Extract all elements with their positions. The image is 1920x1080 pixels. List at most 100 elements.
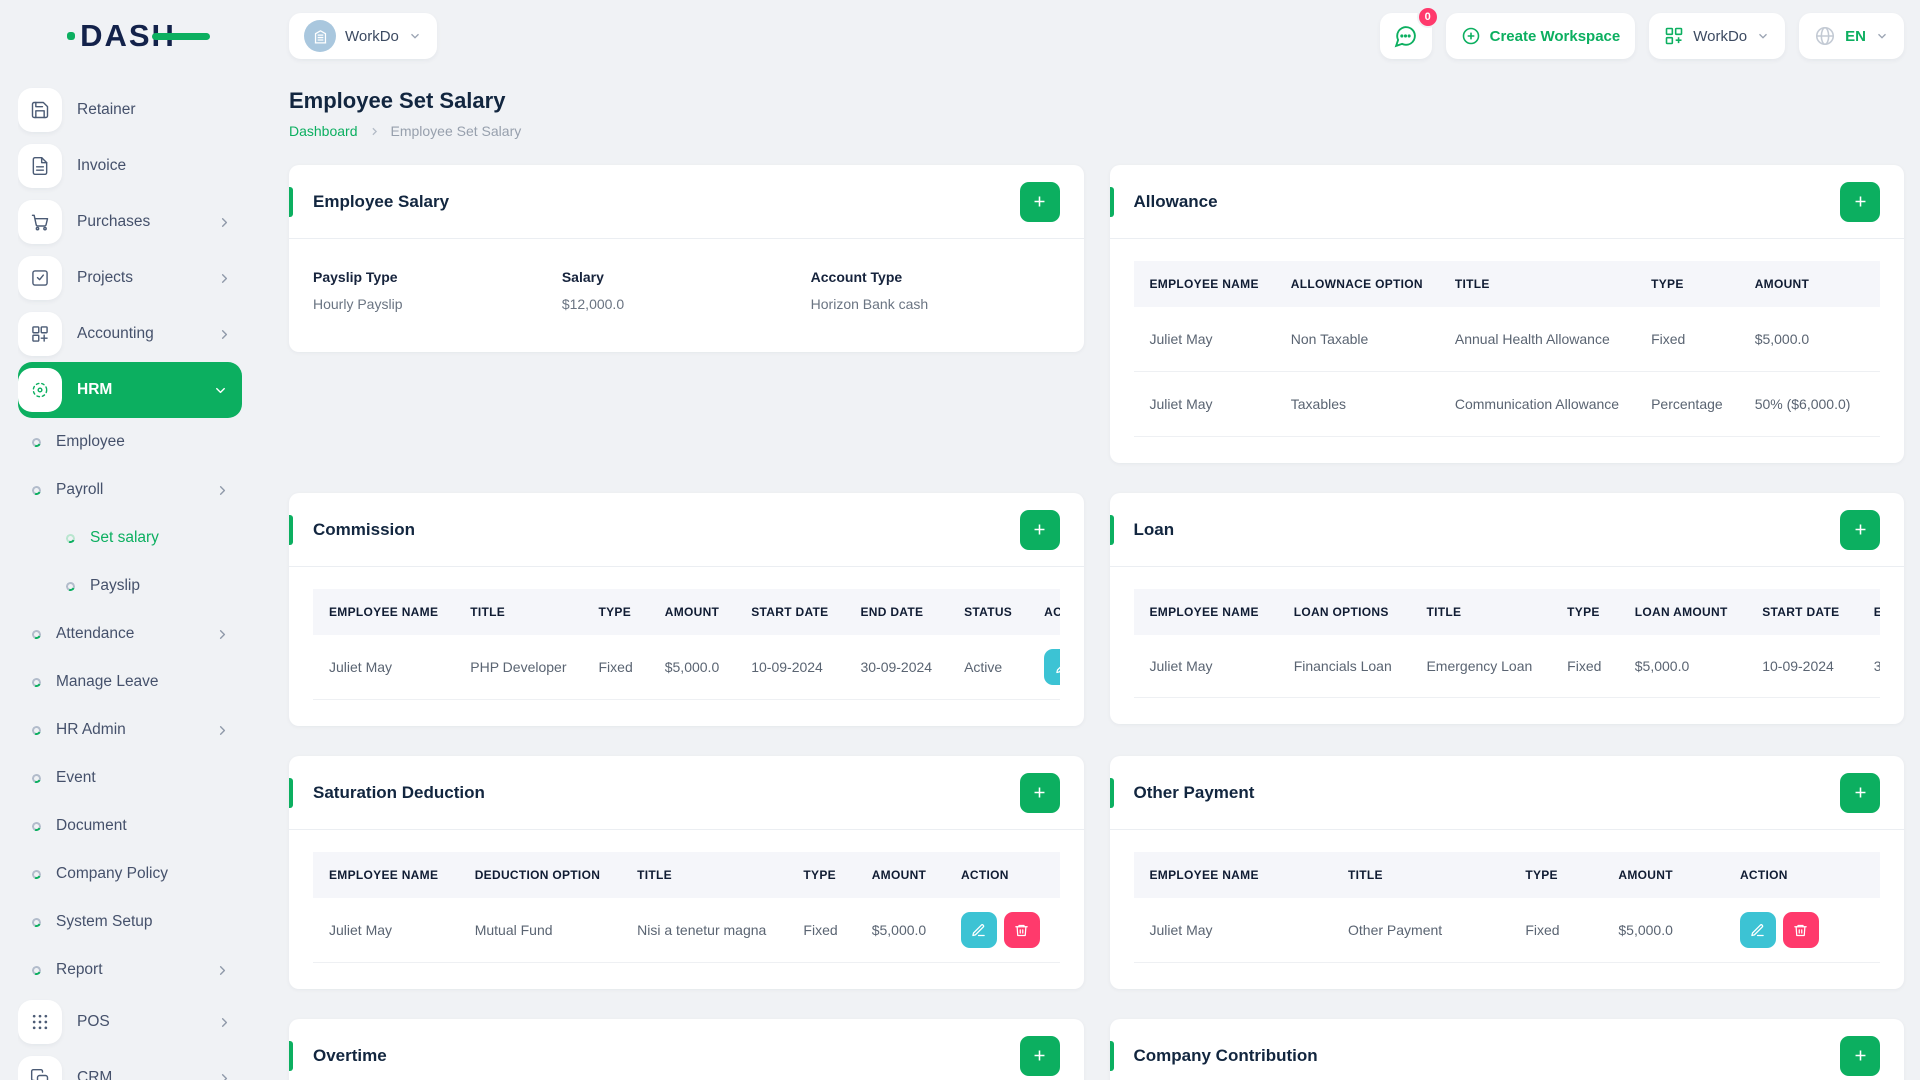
table-cell: Juliet May — [1133, 371, 1275, 437]
loan-card: Loan EMPLOYEE NAME LOAN OPTIONS TITLE TYPE L… — [1109, 493, 1904, 724]
add-loan-button[interactable] — [1840, 509, 1880, 550]
add-company-contribution-button[interactable] — [1840, 1035, 1880, 1076]
add-allowance-button[interactable] — [1840, 181, 1880, 222]
add-other-payment-button[interactable] — [1840, 772, 1880, 813]
sidebar-item-company-policy[interactable]: Company Policy — [18, 850, 242, 898]
sidebar-item-payslip[interactable]: Payslip — [18, 562, 242, 610]
trash-icon — [1015, 924, 1029, 936]
sidebar-item-label: HR Admin — [56, 721, 126, 738]
column-header: ALLOWNACE OPTION — [1274, 261, 1439, 307]
sidebar-item-label: Document — [56, 817, 127, 834]
employee-salary-body: Payslip Type Hourly Payslip Salary $12,0… — [289, 239, 1084, 352]
column-header: TITLE — [1332, 852, 1510, 898]
create-workspace-button[interactable]: Create Workspace — [1445, 13, 1636, 59]
sidebar-item-crm[interactable]: CRM — [18, 1050, 242, 1080]
sidebar-item-purchases[interactable]: Purchases — [18, 194, 242, 250]
sidebar-item-retainer[interactable]: Retainer — [18, 82, 242, 138]
create-workspace-label: Create Workspace — [1489, 27, 1621, 45]
language-selector[interactable]: EN — [1799, 13, 1904, 59]
allowance-table: EMPLOYEE NAME ALLOWNACE OPTION TITLE TYPE AM… — [1133, 261, 1880, 437]
sidebar-item-label: Payroll — [56, 481, 104, 498]
sidebar-item-attendance[interactable]: Attendance — [18, 610, 242, 658]
sidebar-item-manage-leave[interactable]: Manage Leave — [18, 658, 242, 706]
sidebar-item-hr-admin[interactable]: HR Admin — [18, 706, 242, 754]
cards-grid: Employee Salary Payslip Type Hourly Pays… — [289, 165, 1904, 1080]
sidebar-item-projects[interactable]: Projects — [18, 250, 242, 306]
sidebar-item-label: Accounting — [77, 325, 154, 342]
topbar-right: 0 Create Workspace WorkDo EN — [1379, 6, 1904, 59]
bullet-icon — [30, 436, 43, 448]
card-title: Employee Salary — [313, 191, 450, 211]
add-commission-button[interactable] — [1019, 509, 1060, 550]
sidebar-item-label: Report — [56, 961, 103, 978]
bullet-icon — [30, 628, 43, 640]
table-cell: Juliet May — [1133, 898, 1333, 963]
card-title: Overtime — [313, 1045, 387, 1065]
breadcrumb-dashboard-link[interactable]: Dashboard — [289, 123, 358, 139]
column-header: AMOUNT — [648, 589, 736, 635]
chevron-down-icon — [408, 29, 422, 43]
bullet-icon — [30, 964, 43, 976]
sidebar-item-system-setup[interactable]: System Setup — [18, 898, 242, 946]
projects-icon — [18, 256, 62, 300]
sidebar-item-invoice[interactable]: Invoice — [18, 138, 242, 194]
allowance-table-wrap: EMPLOYEE NAME ALLOWNACE OPTION TITLE TYPE AM… — [1133, 261, 1880, 437]
edit-button[interactable] — [960, 912, 997, 948]
column-header: START DATE — [735, 589, 845, 635]
table-row: Juliet May Financials Loan Emergency Loan F… — [1133, 635, 1880, 698]
employee-salary-card: Employee Salary Payslip Type Hourly Pays… — [289, 165, 1084, 352]
sidebar-item-label: Projects — [77, 269, 133, 286]
sidebar-item-hrm[interactable]: HRM — [18, 362, 242, 418]
column-header: TYPE — [582, 589, 649, 635]
plus-icon — [1034, 524, 1045, 535]
add-employee-salary-button[interactable] — [1019, 181, 1060, 222]
purchases-icon — [18, 200, 62, 244]
sidebar-item-accounting[interactable]: Accounting — [18, 306, 242, 362]
column-header: EMPLOYEE NAME — [313, 852, 459, 898]
chevron-down-icon — [1875, 29, 1889, 43]
brand-logo[interactable]: DASH — [67, 18, 210, 54]
sidebar-item-pos[interactable]: POS — [18, 994, 242, 1050]
card-title: Allowance — [1133, 191, 1218, 211]
edit-button[interactable] — [1044, 649, 1060, 685]
field-label: Payslip Type — [313, 269, 398, 285]
add-overtime-button[interactable] — [1019, 1035, 1060, 1076]
plus-icon — [1034, 196, 1045, 207]
table-cell: 10-09-2024 — [735, 635, 845, 700]
bullet-icon — [30, 916, 43, 928]
field-value: $12,000.0 — [561, 296, 625, 312]
column-header: EMPLOYEE NAME — [313, 589, 455, 635]
sidebar-item-report[interactable]: Report — [18, 946, 242, 994]
table-cell: 30-09-2024 — [1857, 635, 1880, 698]
column-header: TITLE — [1438, 261, 1636, 307]
messages-button[interactable]: 0 — [1379, 6, 1439, 59]
other-payment-card: Other Payment EMPLOYEE NAME TITLE TYPE AMOU… — [1109, 756, 1904, 989]
workspace-switcher[interactable]: WorkDo — [289, 13, 437, 59]
commission-table: EMPLOYEE NAME TITLE TYPE AMOUNT START DATE EN… — [313, 589, 1060, 700]
sidebar-item-employee[interactable]: Employee — [18, 418, 242, 466]
field-salary: Salary $12,000.0 — [562, 269, 811, 312]
action-cell — [1866, 307, 1880, 372]
sidebar-item-payroll[interactable]: Payroll — [18, 466, 242, 514]
edit-button[interactable] — [1739, 912, 1776, 948]
pencil-icon — [1055, 666, 1060, 673]
topbar: DASH WorkDo 0 Create Workspace WorkDo EN — [0, 0, 1920, 72]
delete-button[interactable] — [1782, 912, 1819, 948]
bullet-icon — [64, 532, 77, 544]
sidebar-item-document[interactable]: Document — [18, 802, 242, 850]
trash-icon — [1794, 924, 1808, 936]
sidebar-item-label: System Setup — [56, 913, 153, 930]
sidebar-item-event[interactable]: Event — [18, 754, 242, 802]
column-header: AMOUNT — [855, 852, 945, 898]
field-label: Salary — [561, 269, 604, 285]
add-saturation-deduction-button[interactable] — [1019, 772, 1060, 813]
sidebar-item-label: Event — [56, 769, 96, 786]
table-cell: $5,000.0 — [648, 635, 736, 700]
app-switcher[interactable]: WorkDo — [1649, 13, 1786, 59]
table-row: Juliet May Taxables Communication Allowanc… — [1133, 371, 1880, 437]
sidebar-item-set-salary[interactable]: Set salary — [18, 514, 242, 562]
table-cell: PHP Developer — [454, 635, 583, 700]
sidebar-nav: Retainer Invoice Purchases Projects Accounti… — [0, 72, 256, 1080]
delete-button[interactable] — [1003, 912, 1040, 948]
sidebar-item-label: HRM — [77, 381, 113, 398]
